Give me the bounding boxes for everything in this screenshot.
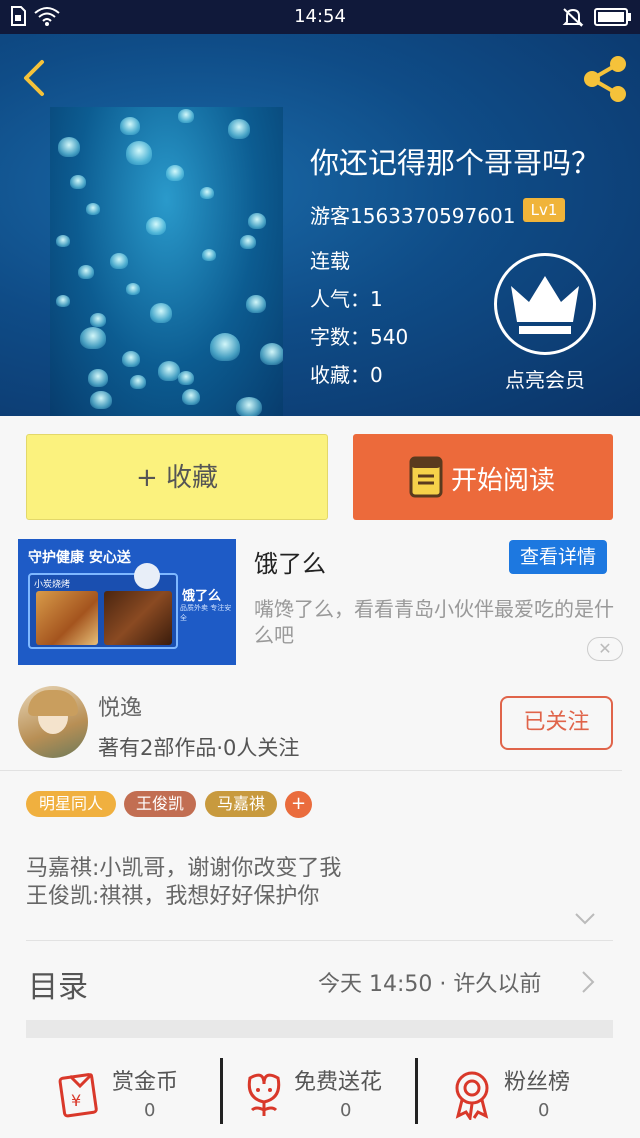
ad-description[interactable]: 嘴馋了么，看看青岛小伙伴最爱吃的是什么吧 <box>254 596 614 648</box>
food-photo-2 <box>104 591 172 645</box>
start-reading-button[interactable]: 开始阅读 <box>353 434 613 520</box>
crown-icon <box>511 276 579 334</box>
chevron-down-icon[interactable] <box>574 912 596 926</box>
book-popularity: 人气：1 <box>310 287 383 311</box>
bottom-separator <box>220 1058 223 1124</box>
back-arrow-icon[interactable] <box>14 56 58 100</box>
ad-image-subtitle: 小炭烧烤 <box>34 580 71 590</box>
book-status: 连载 <box>310 249 350 273</box>
add-favorite-button[interactable]: + 收藏 <box>26 434 328 520</box>
send-flower-count: 0 <box>340 1100 352 1121</box>
tag-item[interactable]: 马嘉祺 <box>205 791 277 817</box>
reward-coin-label: 赏金币 <box>112 1070 179 1095</box>
description-line: 王俊凯:祺祺，我想好好保护你 <box>26 884 320 909</box>
start-reading-label: 开始阅读 <box>451 466 556 496</box>
vip-label[interactable]: 点亮会员 <box>490 364 600 393</box>
ad-detail-button[interactable]: 查看详情 <box>509 540 607 574</box>
fan-ranking-count: 0 <box>538 1100 550 1121</box>
flower-icon <box>247 1073 281 1116</box>
tag-item[interactable]: 王俊凯 <box>124 791 196 817</box>
reward-coin-button[interactable]: ¥ 赏金币 0 <box>56 1058 206 1128</box>
ad-image[interactable]: 守护健康 安心送 小炭烧烤 饿了么 品质外卖 专注安全 <box>18 539 236 665</box>
tag-item[interactable]: 明星同人 <box>26 791 116 817</box>
ad-image-slogan: 品质外卖 专注安全 <box>180 604 232 622</box>
divider <box>26 940 613 941</box>
book-header: 你还记得那个哥哥吗？ 游客1563370597601 Lv1 连载 人气：1 字… <box>0 34 640 416</box>
ad-image-brand: 饿了么 <box>182 589 222 604</box>
send-flower-label: 免费送花 <box>294 1070 383 1095</box>
ad-image-headline: 守护健康 安心送 <box>28 550 131 566</box>
bottom-separator <box>415 1058 418 1124</box>
catalog-title[interactable]: 目录 <box>28 962 88 1006</box>
follow-button[interactable]: 已关注 <box>500 696 613 750</box>
ad-close-button[interactable]: ✕ <box>587 637 623 661</box>
book-cover-image[interactable] <box>50 107 283 416</box>
author-name[interactable]: 悦逸 <box>98 690 142 722</box>
send-flower-button[interactable]: 免费送花 0 <box>242 1058 412 1128</box>
divider <box>0 770 622 771</box>
medal-icon <box>455 1071 489 1120</box>
reward-coin-count: 0 <box>144 1100 156 1121</box>
reward-coin-icon: ¥ <box>58 1072 98 1118</box>
chevron-right-icon[interactable] <box>580 970 596 994</box>
author-info: 著有2部作品·0人关注 <box>98 736 300 760</box>
status-bar: 14:54 <box>0 0 640 34</box>
mute-bell-icon <box>562 8 584 27</box>
add-tag-button[interactable]: + <box>285 791 312 818</box>
catalog-update-info[interactable]: 今天 14:50 · 许久以前 <box>318 966 541 998</box>
book-word-count: 字数：540 <box>310 325 409 349</box>
author-avatar[interactable] <box>18 686 88 758</box>
svg-text:¥: ¥ <box>71 1091 81 1110</box>
battery-icon <box>594 8 631 26</box>
fan-ranking-button[interactable]: 粉丝榜 0 <box>450 1058 590 1128</box>
book-icon <box>409 456 443 498</box>
vip-button[interactable] <box>494 253 596 355</box>
avatar-hair <box>28 690 78 716</box>
food-photo-1 <box>36 591 98 645</box>
book-author[interactable]: 游客1563370597601 <box>310 200 515 229</box>
catalog-placeholder <box>26 1020 613 1038</box>
delivery-rider-icon <box>134 563 160 589</box>
fan-ranking-label: 粉丝榜 <box>504 1070 571 1095</box>
share-icon[interactable] <box>578 52 632 106</box>
ad-name[interactable]: 饿了么 <box>254 544 326 579</box>
status-time: 14:54 <box>294 6 346 27</box>
book-title: 你还记得那个哥哥吗？ <box>310 146 601 180</box>
level-badge: Lv1 <box>523 198 565 222</box>
book-favorites-count: 收藏：0 <box>310 363 383 387</box>
